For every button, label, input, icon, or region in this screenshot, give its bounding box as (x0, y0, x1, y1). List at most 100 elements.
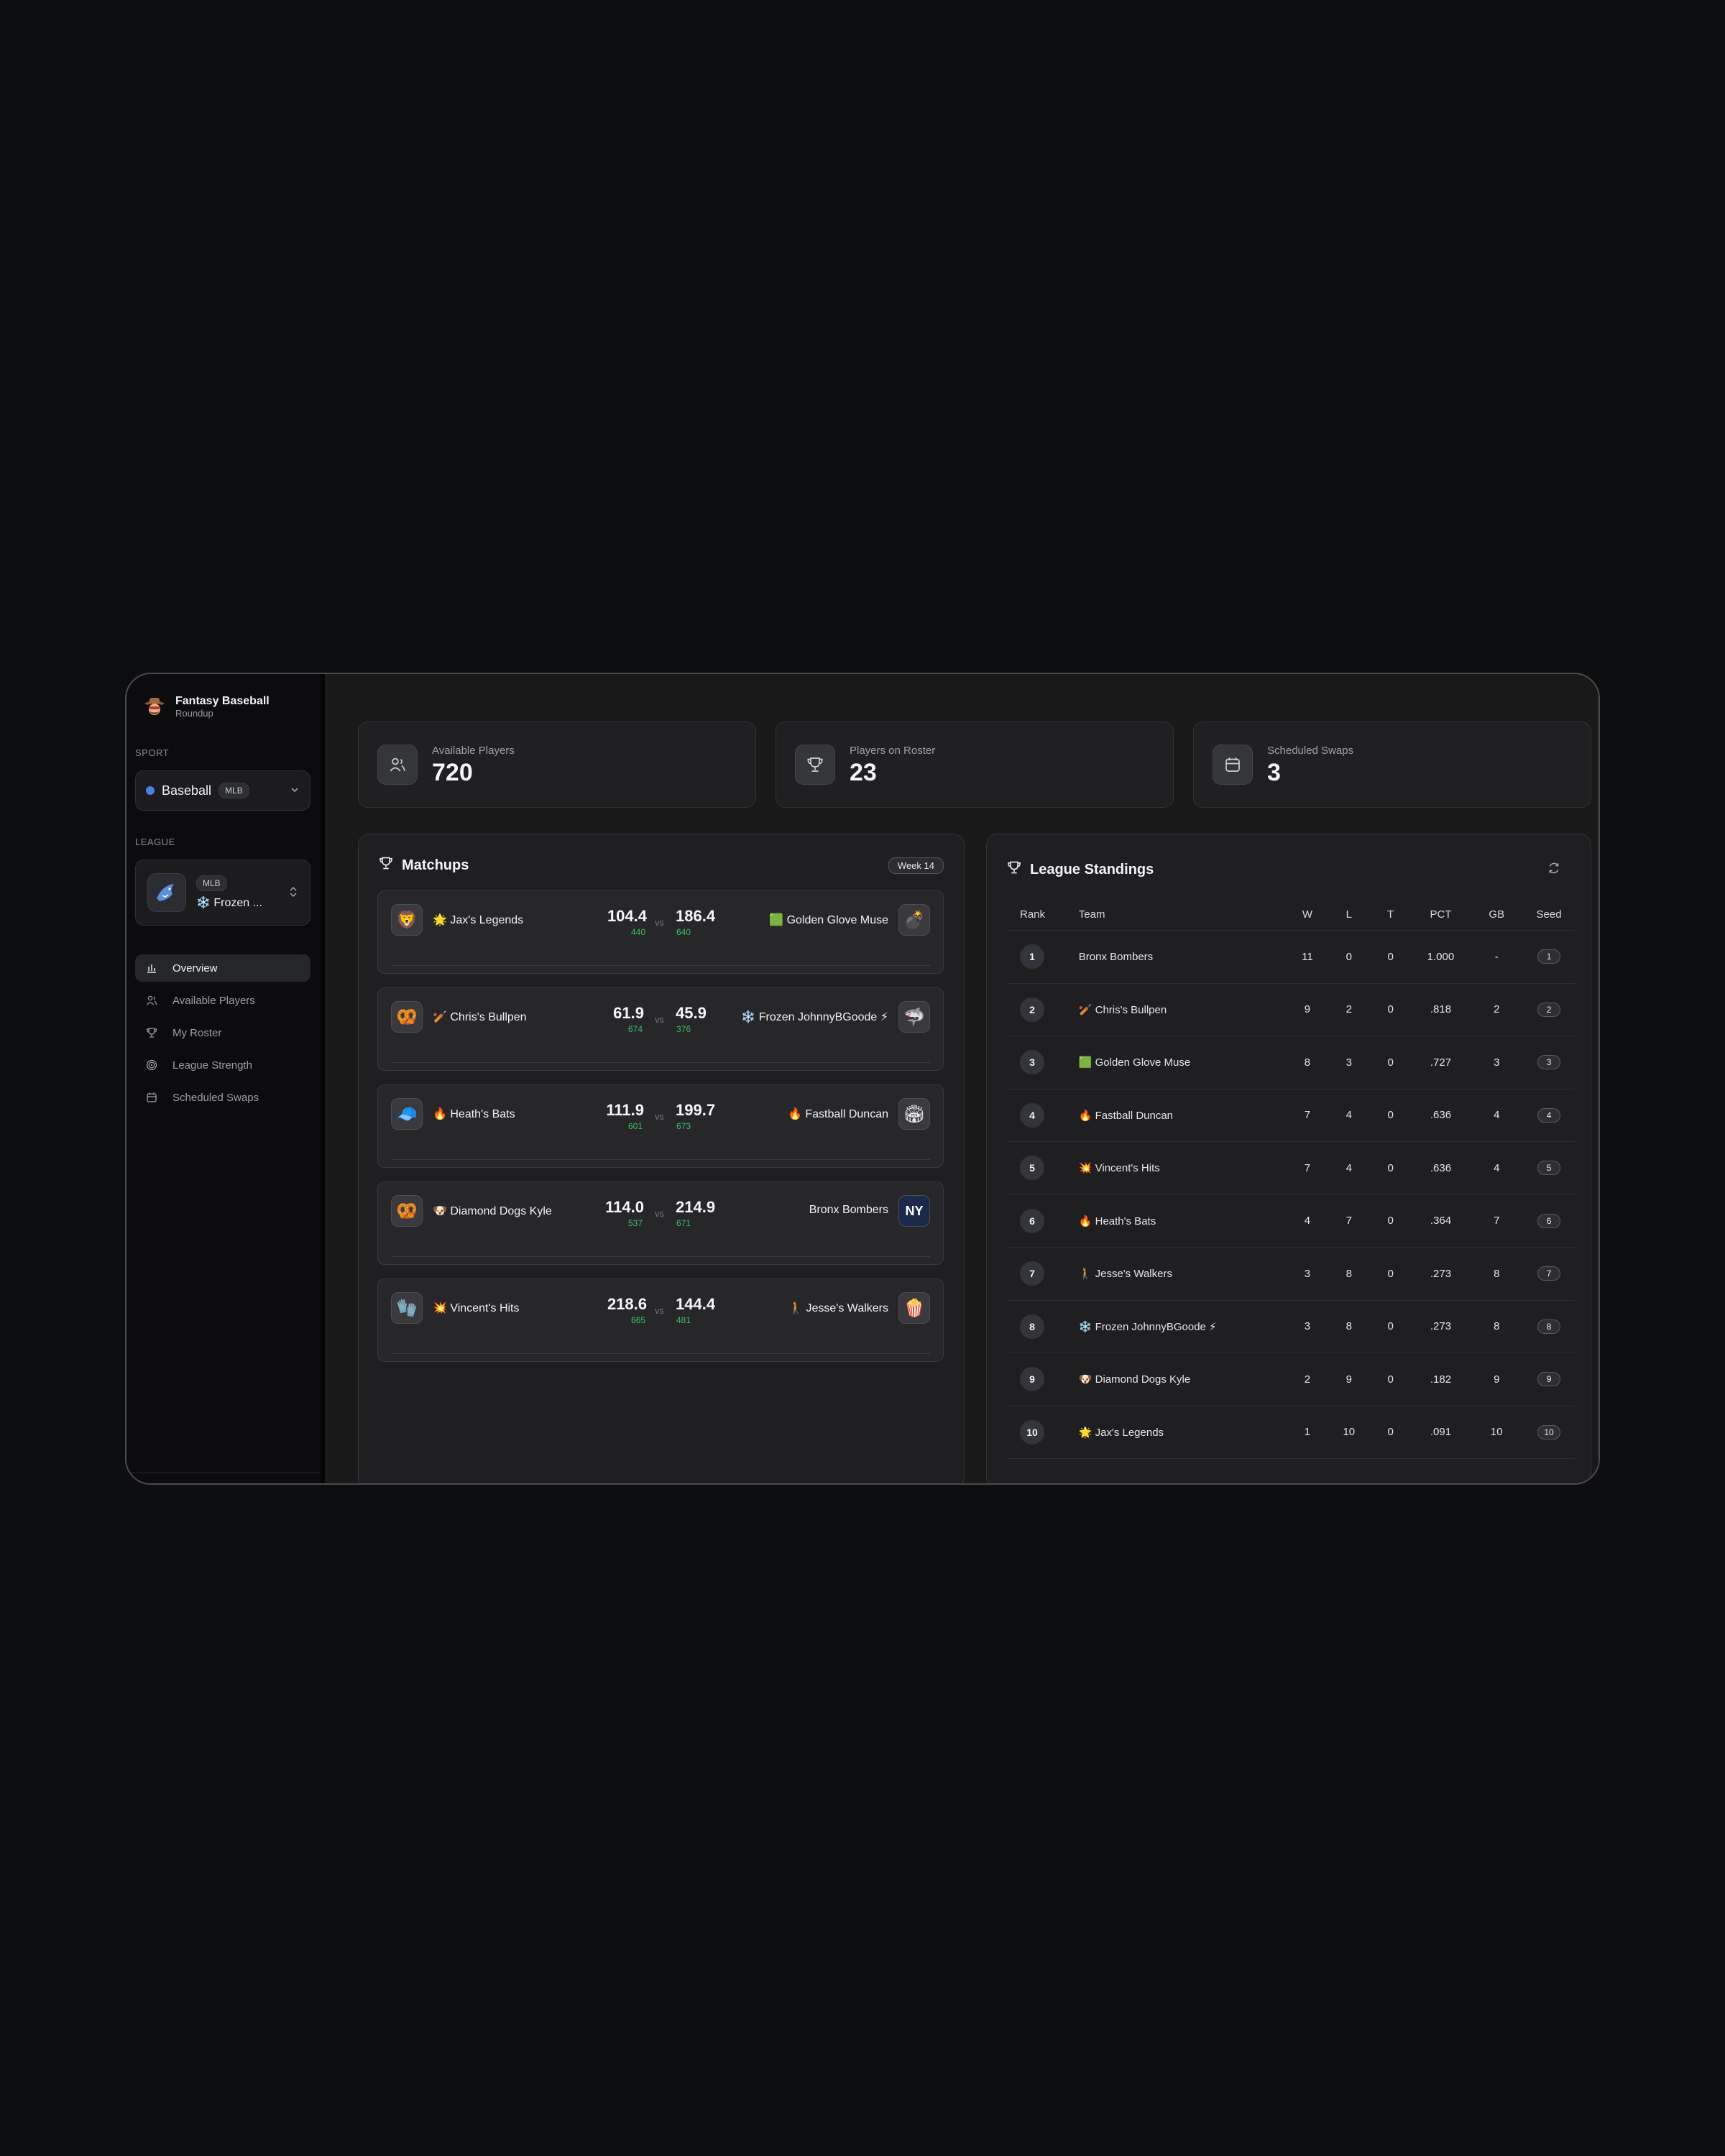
seed-cell: 8 (1523, 1319, 1575, 1334)
team-cell: Bronx Bombers (1078, 950, 1154, 963)
league-name: ❄️ Frozen ... (196, 897, 262, 909)
week-badge[interactable]: Week 14 (888, 857, 944, 874)
ties-cell: 0 (1387, 1267, 1394, 1280)
refresh-icon[interactable] (1547, 862, 1560, 878)
table-row[interactable]: 9 🐶 Diamond Dogs Kyle 2 9 0 .182 9 9 (1007, 1353, 1575, 1406)
sidebar-item-available-players[interactable]: Available Players (135, 987, 310, 1014)
column-header-gb[interactable]: GB (1470, 908, 1523, 921)
app-window: Fantasy Baseball Roundup SPORT Baseball … (125, 673, 1600, 1485)
home-score: 114.0 (605, 1198, 644, 1216)
table-row[interactable]: 5 💥 Vincent's Hits 7 4 0 .636 4 5 (1007, 1142, 1575, 1195)
wins-cell: 1 (1304, 1426, 1311, 1439)
glove-icon: 🧤 (391, 1292, 423, 1324)
ties-cell: 0 (1387, 1056, 1394, 1069)
rank-cell: 4 (1007, 1102, 1079, 1128)
games-back-cell: 10 (1490, 1426, 1503, 1439)
home-team-name: 🌟 Jax's Legends (433, 914, 524, 926)
sidebar-item-my-roster[interactable]: My Roster (135, 1019, 310, 1046)
table-row[interactable]: 3 🟩 Golden Glove Muse 8 3 0 .727 3 3 (1007, 1036, 1575, 1089)
games-back-cell: - (1494, 950, 1499, 963)
pct-cell: .182 (1430, 1373, 1452, 1386)
standings-table: Rank Team W L T PCT GB Seed 1 Bronx Bomb… (1007, 899, 1575, 1459)
table-row[interactable]: 4 🔥 Fastball Duncan 7 4 0 .636 4 4 (1007, 1089, 1575, 1142)
ties-cell: 0 (1387, 1215, 1394, 1227)
losses-cell: 3 (1346, 1056, 1352, 1069)
column-header-l[interactable]: L (1328, 908, 1370, 921)
table-row[interactable]: 7 🚶 Jesse's Walkers 3 8 0 .273 8 7 (1007, 1248, 1575, 1301)
seed-badge: 6 (1537, 1213, 1561, 1228)
brand[interactable]: Fantasy Baseball Roundup (141, 693, 270, 720)
column-header-team[interactable]: Team (1079, 908, 1287, 921)
team-cell: 💥 Vincent's Hits (1078, 1162, 1160, 1175)
target-icon (145, 1059, 158, 1072)
column-header-w[interactable]: W (1287, 908, 1328, 921)
table-row[interactable]: 10 🌟 Jax's Legends 1 10 0 .091 10 10 (1007, 1406, 1575, 1459)
games-back-cell: 3 (1494, 1056, 1500, 1069)
home-projection: 537 (627, 1218, 643, 1228)
column-header-t[interactable]: T (1370, 908, 1412, 921)
shark-icon (147, 873, 186, 912)
column-header-seed[interactable]: Seed (1523, 908, 1575, 921)
sport-name: Baseball (162, 783, 212, 798)
home-score: 111.9 (606, 1101, 644, 1119)
column-header-pct[interactable]: PCT (1412, 908, 1471, 921)
league-select[interactable]: MLB ❄️ Frozen ... (135, 860, 310, 926)
losses-cell: 7 (1346, 1215, 1352, 1227)
calendar-icon (1213, 745, 1253, 785)
matchup-card[interactable]: 🥨 🐶 Diamond Dogs Kyle 114.0 537 vs 214.9… (377, 1181, 944, 1265)
rank-badge: 10 (1020, 1419, 1044, 1445)
seed-badge: 8 (1537, 1319, 1561, 1334)
brand-subtitle: Roundup (175, 708, 213, 719)
games-back-cell: 4 (1494, 1109, 1500, 1122)
table-row[interactable]: 2 🏏 Chris's Bullpen 9 2 0 .818 2 2 (1007, 984, 1575, 1036)
away-score: 199.7 (676, 1101, 716, 1119)
wins-cell: 7 (1304, 1109, 1311, 1122)
matchup-card[interactable]: 🧤 💥 Vincent's Hits 218.6 665 vs 144.4 48… (377, 1279, 944, 1362)
away-projection: 671 (676, 1218, 691, 1228)
standings-title: League Standings (1030, 861, 1154, 877)
wins-cell: 3 (1304, 1320, 1311, 1333)
ties-cell: 0 (1387, 950, 1394, 963)
team-cell: 🐶 Diamond Dogs Kyle (1078, 1373, 1191, 1386)
seed-badge: 7 (1537, 1266, 1561, 1281)
home-projection: 601 (627, 1121, 643, 1131)
sidebar-item-scheduled-swaps[interactable]: Scheduled Swaps (135, 1084, 310, 1111)
losses-cell: 4 (1346, 1109, 1352, 1122)
wins-cell: 2 (1304, 1373, 1311, 1386)
matchup-card[interactable]: 🥨 🏏 Chris's Bullpen 61.9 674 vs 45.9 376… (377, 987, 944, 1071)
rank-cell: 3 (1007, 1050, 1079, 1075)
pct-cell: .273 (1430, 1267, 1452, 1280)
team-cell: 🟩 Golden Glove Muse (1078, 1056, 1191, 1069)
rank-cell: 10 (1007, 1419, 1079, 1445)
sport-select[interactable]: Baseball MLB (135, 770, 310, 811)
matchups-title: Matchups (402, 857, 469, 873)
games-back-cell: 8 (1494, 1320, 1500, 1333)
sidebar-item-overview[interactable]: Overview (135, 954, 310, 982)
table-body: 1 Bronx Bombers 11 0 0 1.000 - 1 2 🏏 Chr… (1007, 931, 1575, 1459)
table-header: Rank Team W L T PCT GB Seed (1007, 899, 1575, 931)
ties-cell: 0 (1387, 1426, 1394, 1439)
rank-badge: 3 (1020, 1050, 1044, 1075)
stat-label: Players on Roster (850, 744, 936, 757)
ties-cell: 0 (1387, 1109, 1394, 1122)
stat-value: 3 (1267, 758, 1281, 786)
chevron-down-icon (290, 785, 300, 797)
games-back-cell: 2 (1494, 1003, 1500, 1016)
rank-badge: 5 (1020, 1156, 1044, 1181)
sidebar-item-label: Available Players (172, 994, 255, 1007)
chevron-updown-icon (288, 885, 298, 900)
seed-cell: 2 (1523, 1002, 1575, 1017)
trophy-icon (379, 856, 393, 875)
pct-cell: .091 (1430, 1426, 1452, 1439)
column-header-rank[interactable]: Rank (1007, 908, 1079, 921)
pct-cell: 1.000 (1427, 950, 1455, 963)
matchup-card[interactable]: 🧢 🔥 Heath's Bats 111.9 601 vs 199.7 673 … (377, 1084, 944, 1168)
table-row[interactable]: 1 Bronx Bombers 11 0 0 1.000 - 1 (1007, 931, 1575, 984)
sidebar-item-league-strength[interactable]: League Strength (135, 1051, 310, 1079)
matchup-card[interactable]: 🦁 🌟 Jax's Legends 104.4 440 vs 186.4 640… (377, 890, 944, 974)
table-row[interactable]: 8 ❄️ Frozen JohnnyBGoode ⚡ 3 8 0 .273 8 … (1007, 1301, 1575, 1353)
table-row[interactable]: 6 🔥 Heath's Bats 4 7 0 .364 7 6 (1007, 1195, 1575, 1248)
main-content: Available Players 720 Players on Roster … (329, 674, 1598, 1483)
rank-cell: 6 (1007, 1208, 1079, 1233)
rank-cell: 9 (1007, 1367, 1079, 1392)
